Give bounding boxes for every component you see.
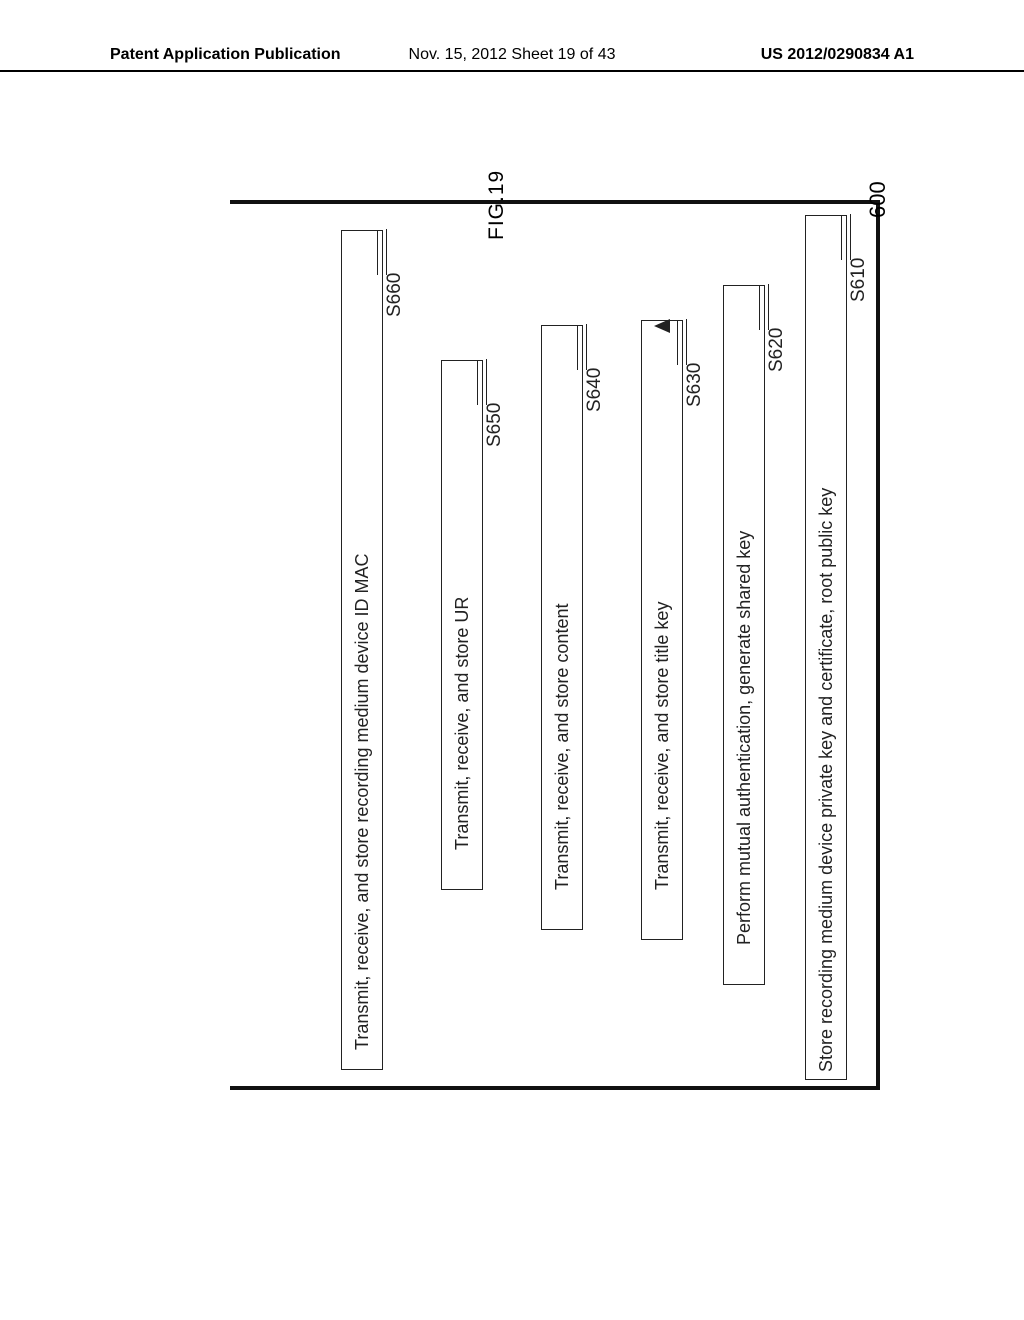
step-s620-leader-v	[768, 284, 769, 330]
step-s630-arrow-icon	[654, 319, 670, 333]
step-s650-id: S650	[484, 403, 506, 447]
step-s620-leader	[759, 285, 760, 330]
step-s650-leader	[477, 360, 478, 405]
page: Patent Application Publication Nov. 15, …	[0, 0, 1024, 1320]
page-header: Patent Application Publication Nov. 15, …	[0, 46, 1024, 72]
step-s620-text: Perform mutual authentication, generate …	[734, 531, 755, 945]
step-s660-text: Transmit, receive, and store recording m…	[352, 553, 373, 1050]
step-s620-id: S620	[766, 328, 788, 372]
step-s640-text: Transmit, receive, and store content	[552, 604, 573, 890]
step-s650-leader-v	[486, 359, 487, 405]
step-s660-id: S660	[384, 273, 406, 317]
step-s610-text: Store recording medium device private ke…	[816, 488, 837, 1072]
figure-stage: FIG.19 600 Store recording medium device…	[130, 170, 890, 1110]
step-s640-leader	[577, 325, 578, 370]
header-right: US 2012/0290834 A1	[761, 46, 914, 64]
flow-outer-label: 600	[865, 118, 891, 218]
step-s630-text: Transmit, receive, and store title key	[652, 602, 673, 890]
step-s640-id: S640	[584, 368, 606, 412]
step-s660-leader	[377, 230, 378, 275]
step-s640-leader-v	[586, 324, 587, 370]
step-s630-leader-v	[686, 319, 687, 365]
step-s650-text: Transmit, receive, and store UR	[452, 597, 473, 850]
step-s630-leader	[677, 320, 678, 365]
step-s610-leader-v	[850, 214, 851, 260]
header-left: Patent Application Publication	[110, 46, 341, 64]
step-s630-id: S630	[684, 363, 706, 407]
header-center: Nov. 15, 2012 Sheet 19 of 43	[409, 46, 616, 64]
step-s610-leader	[841, 215, 842, 260]
step-s660-leader-v	[386, 229, 387, 275]
step-s610-id: S610	[848, 258, 870, 302]
